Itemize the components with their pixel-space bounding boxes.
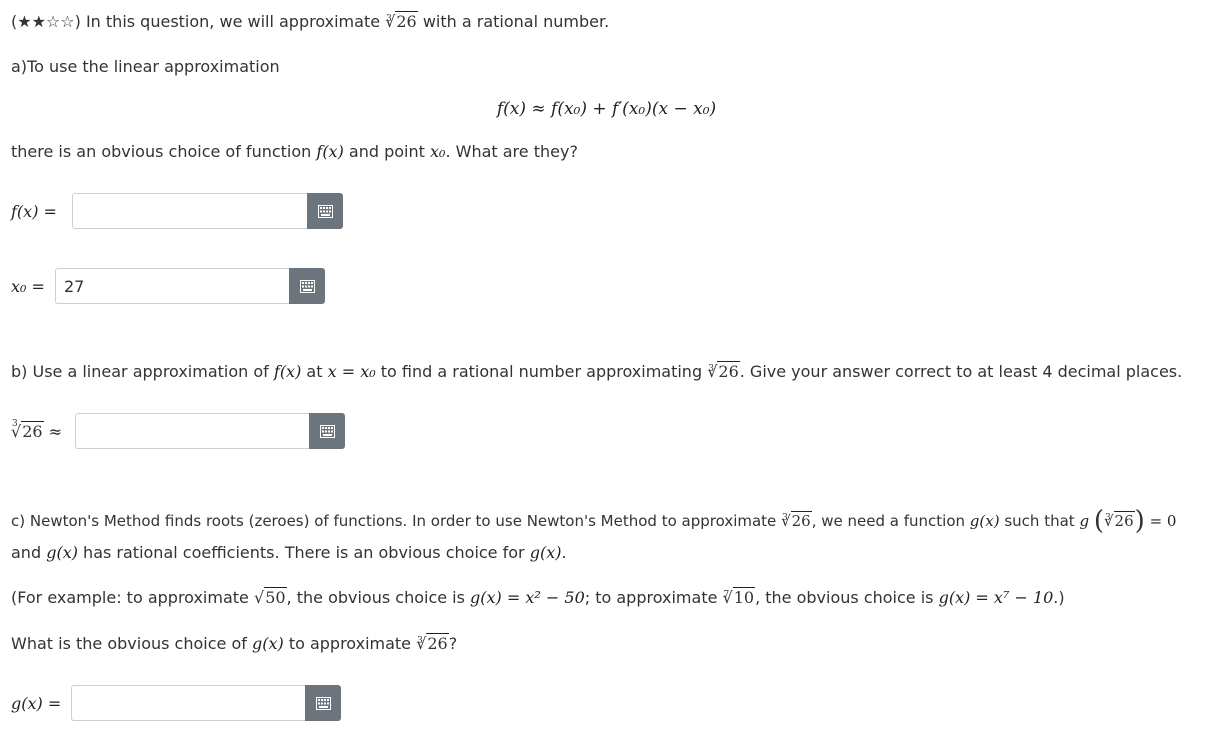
part-b-prompt: b) Use a linear approximation of f(x) at… bbox=[11, 361, 1183, 381]
x0-keyboard-button[interactable] bbox=[289, 268, 325, 304]
part-c-intro: c) Newton's Method finds roots (zeroes) … bbox=[11, 506, 1177, 536]
question-page: (★★☆☆) In this question, we will approxi… bbox=[0, 0, 1213, 741]
root-approx-input-row: 3 √26 ≈ bbox=[11, 413, 345, 449]
x0-answer-input[interactable] bbox=[55, 268, 289, 304]
cube-root-26: 3 √26 bbox=[416, 633, 449, 653]
keyboard-icon bbox=[317, 204, 333, 218]
part-c-example: (For example: to approximate √50, the ob… bbox=[11, 587, 1065, 607]
seventh-root-10: 7 √10 bbox=[722, 587, 756, 607]
intro-text-before: In this question, we will approximate bbox=[85, 12, 381, 31]
part-c-question: What is the obvious choice of g(x) to ap… bbox=[11, 633, 458, 653]
fx-answer-input[interactable] bbox=[72, 193, 307, 229]
intro-text-after: with a rational number. bbox=[422, 12, 610, 31]
cube-root-26: 3 √26 bbox=[385, 11, 418, 31]
x0-label: x₀ = bbox=[11, 276, 45, 296]
difficulty-stars: (★★☆☆) bbox=[11, 12, 81, 31]
linear-approximation-formula: f(x) ≈ f(x₀) + f′(x₀)(x − x₀) bbox=[496, 99, 717, 119]
root-approx-keyboard-button[interactable] bbox=[309, 413, 345, 449]
x0-input-row: x₀ = bbox=[11, 268, 325, 304]
keyboard-icon bbox=[299, 279, 315, 293]
gx-keyboard-button[interactable] bbox=[305, 685, 341, 721]
keyboard-icon bbox=[315, 696, 331, 710]
keyboard-icon bbox=[319, 424, 335, 438]
gx-answer-input[interactable] bbox=[71, 685, 305, 721]
gx-label: g(x) = bbox=[11, 693, 62, 713]
sqrt-50: √50 bbox=[253, 587, 287, 607]
part-a-prompt: a)To use the linear approximation bbox=[11, 57, 280, 76]
question-intro: (★★☆☆) In this question, we will approxi… bbox=[11, 11, 609, 33]
part-c-line2: and g(x) has rational coefficients. Ther… bbox=[11, 543, 567, 562]
fx-label: f(x) = bbox=[11, 201, 57, 221]
part-a-question: there is an obvious choice of function f… bbox=[11, 142, 578, 161]
cube-root-26: 3 √26 bbox=[781, 511, 812, 530]
fx-keyboard-button[interactable] bbox=[307, 193, 343, 229]
root-approx-answer-input[interactable] bbox=[75, 413, 309, 449]
fx-input-row: f(x) = bbox=[11, 193, 343, 229]
root-approx-label: 3 √26 ≈ bbox=[11, 418, 63, 441]
cube-root-26: 3 √26 bbox=[707, 361, 740, 381]
gx-input-row: g(x) = bbox=[11, 685, 341, 721]
